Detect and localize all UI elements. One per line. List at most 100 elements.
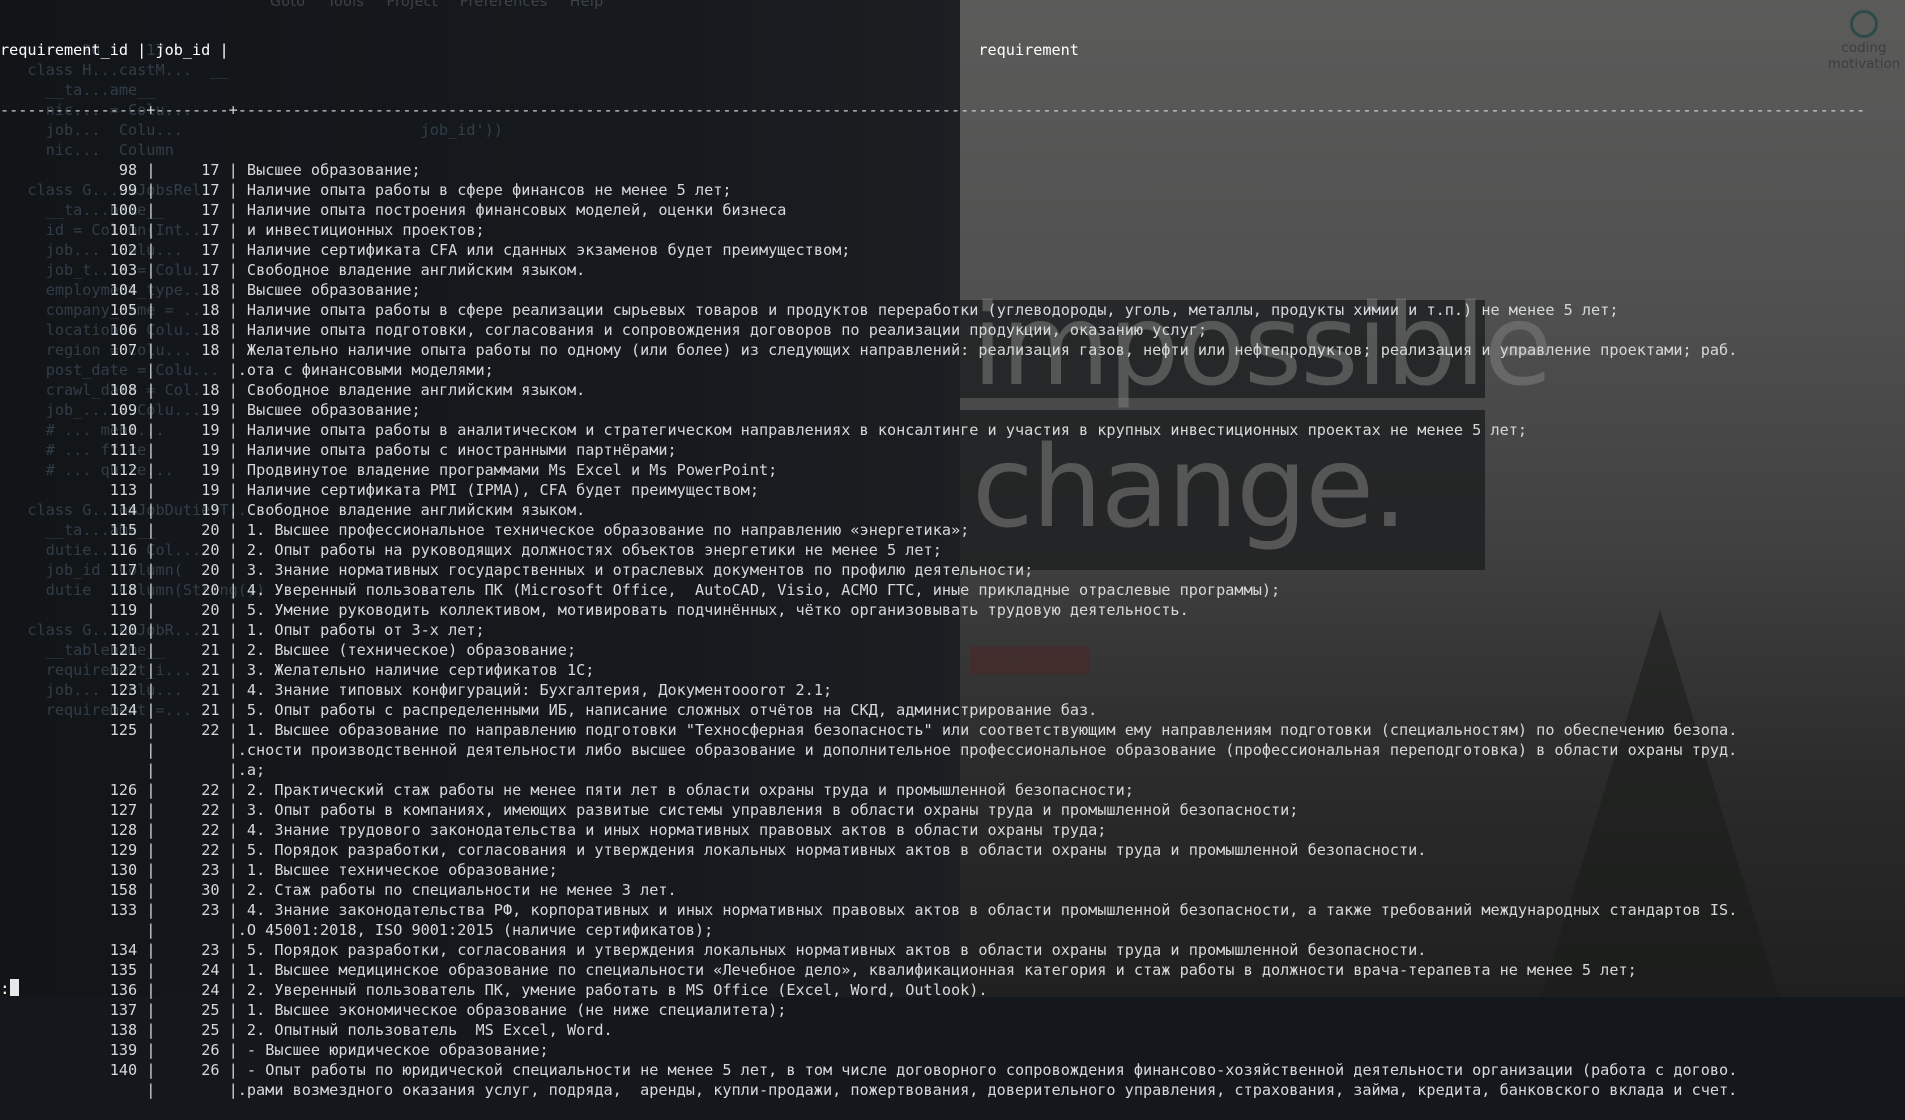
table-row-continuation: | |.O 45001:2018, ISO 9001:2015 (наличие… xyxy=(0,921,714,939)
cell-requirement: 2. Высшее (техническое) образование; xyxy=(246,641,577,659)
cell-requirement: 2. Практический стаж работы не менее пят… xyxy=(246,781,1134,799)
table-row: 111 | 19 | Наличие опыта работы с иностр… xyxy=(109,441,677,459)
table-row: 136 | 24 | 2. Уверенный пользователь ПК,… xyxy=(109,981,988,999)
cell-job-id: 24 xyxy=(201,981,220,999)
table-row: 121 | 21 | 2. Высшее (техническое) образ… xyxy=(109,641,577,659)
cell-requirement: Свободное владение английским языком. xyxy=(246,261,586,279)
cell-requirement-id: 119 xyxy=(109,601,138,619)
table-row-continuation: | |.а; xyxy=(0,761,266,779)
cell-requirement-id: 121 xyxy=(109,641,138,659)
cell-requirement-wrap: .ота с финансовыми моделями; xyxy=(237,361,494,379)
table-row: 140 | 26 | - Опыт работы по юридической … xyxy=(109,1061,1738,1079)
table-row: 127 | 22 | 3. Опыт работы в компаниях, и… xyxy=(109,801,1299,819)
table-row: 117 | 20 | 3. Знание нормативных государ… xyxy=(109,561,1034,579)
cell-requirement: 2. Стаж работы по специальности не менее… xyxy=(246,881,677,899)
cell-job-id: 19 xyxy=(201,481,220,499)
cell-job-id: 21 xyxy=(201,661,220,679)
cell-job-id: 20 xyxy=(201,561,220,579)
table-body: 98 | 17 | Высшее образование; 99 | 17 | … xyxy=(0,160,1905,1100)
cell-job-id: 19 xyxy=(201,461,220,479)
cell-job-id: 24 xyxy=(201,961,220,979)
cell-requirement-id: 112 xyxy=(109,461,138,479)
cell-requirement-wrap: .рами возмездного оказания услуг, подряд… xyxy=(237,1081,1738,1099)
table-row: 128 | 22 | 4. Знание трудового законодат… xyxy=(109,821,1107,839)
cell-requirement: Высшее образование; xyxy=(246,281,421,299)
cell-job-id: 22 xyxy=(201,821,220,839)
cell-job-id: 18 xyxy=(201,341,220,359)
cell-job-id: 20 xyxy=(201,521,220,539)
cell-requirement: 5. Порядок разработки, согласования и ут… xyxy=(246,841,1427,859)
cell-requirement: 1. Высшее техническое образование; xyxy=(246,861,558,879)
cell-requirement: Свободное владение английским языком. xyxy=(246,381,586,399)
cell-requirement-id: 115 xyxy=(109,521,138,539)
cell-job-id: 18 xyxy=(201,321,220,339)
table-row: 137 | 25 | 1. Высшее экономическое образ… xyxy=(109,1001,787,1019)
cell-requirement: 2. Уверенный пользователь ПК, умение раб… xyxy=(246,981,988,999)
cell-requirement: 5. Порядок разработки, согласования и ут… xyxy=(246,941,1427,959)
table-row: 122 | 21 | 3. Желательно наличие сертифи… xyxy=(109,661,595,679)
cell-job-id: 25 xyxy=(201,1021,220,1039)
table-row: 125 | 22 | 1. Высшее образование по напр… xyxy=(109,721,1738,739)
cell-job-id: 20 xyxy=(201,581,220,599)
table-row: 114 | 19 | Свободное владение английским… xyxy=(109,501,586,519)
cell-requirement: Желательно наличие опыта работы по одном… xyxy=(246,341,1738,359)
cell-requirement: 4. Уверенный пользователь ПК (Microsoft … xyxy=(246,581,1281,599)
cell-requirement-id: 140 xyxy=(109,1061,138,1079)
cell-job-id: 19 xyxy=(201,441,220,459)
cell-requirement-wrap: .сности производственной деятельности ли… xyxy=(237,741,1738,759)
cell-requirement: Наличие опыта построения финансовых моде… xyxy=(246,201,787,219)
cell-requirement: 5. Опыт работы с распределенными ИБ, нап… xyxy=(246,701,1098,719)
cell-job-id: 22 xyxy=(201,801,220,819)
table-row: 112 | 19 | Продвинутое владение программ… xyxy=(109,461,778,479)
cell-requirement: 1. Высшее экономическое образование (не … xyxy=(246,1001,787,1019)
table-row: 103 | 17 | Свободное владение английским… xyxy=(109,261,586,279)
table-row: 126 | 22 | 2. Практический стаж работы н… xyxy=(109,781,1134,799)
table-row: 104 | 18 | Высшее образование; xyxy=(109,281,421,299)
cell-job-id: 22 xyxy=(201,841,220,859)
table-row: 108 | 18 | Свободное владение английским… xyxy=(109,381,586,399)
table-header: requirement_id | job_id | requirement xyxy=(0,41,1079,59)
cell-requirement-id: 138 xyxy=(109,1021,138,1039)
cell-requirement: и инвестиционных проектов; xyxy=(246,221,485,239)
table-row-continuation: | |.сности производственной деятельности… xyxy=(0,741,1738,759)
table-separator: ----------------+--------+--------------… xyxy=(0,101,1866,119)
table-row: 99 | 17 | Наличие опыта работы в сфере ф… xyxy=(118,181,732,199)
cell-requirement-id: 102 xyxy=(109,241,138,259)
cell-requirement: Наличие опыта работы с иностранными парт… xyxy=(246,441,677,459)
cell-job-id: 19 xyxy=(201,421,220,439)
table-row: 110 | 19 | Наличие опыта работы в аналит… xyxy=(109,421,1528,439)
cell-requirement-id: 116 xyxy=(109,541,138,559)
cell-requirement: Наличие опыта подготовки, согласования и… xyxy=(246,321,1208,339)
cell-job-id: 19 xyxy=(201,501,220,519)
cell-job-id: 17 xyxy=(201,161,220,179)
cell-requirement: Свободное владение английским языком. xyxy=(246,501,586,519)
cell-requirement: Высшее образование; xyxy=(246,401,421,419)
cell-requirement-id: 134 xyxy=(109,941,138,959)
cell-requirement-wrap: .O 45001:2018, ISO 9001:2015 (наличие се… xyxy=(237,921,714,939)
table-row: 105 | 18 | Наличие опыта работы в сфере … xyxy=(109,301,1619,319)
cell-requirement-id: 133 xyxy=(109,901,138,919)
table-row: 102 | 17 | Наличие сертификата CFA или с… xyxy=(109,241,851,259)
table-row: 133 | 23 | 4. Знание законодательства РФ… xyxy=(109,901,1738,919)
cell-requirement-wrap: .а; xyxy=(237,761,266,779)
cell-requirement: 4. Знание законодательства РФ, корпорати… xyxy=(246,901,1738,919)
table-row: 116 | 20 | 2. Опыт работы на руководящих… xyxy=(109,541,942,559)
cell-requirement-id: 113 xyxy=(109,481,138,499)
cell-job-id: 26 xyxy=(201,1041,220,1059)
cell-job-id: 23 xyxy=(201,901,220,919)
cell-requirement-id: 101 xyxy=(109,221,138,239)
cell-requirement-id: 137 xyxy=(109,1001,138,1019)
cell-job-id: 23 xyxy=(201,861,220,879)
cell-requirement-id: 124 xyxy=(109,701,138,719)
cell-requirement-id: 123 xyxy=(109,681,138,699)
cell-requirement: Продвинутое владение программами Ms Exce… xyxy=(246,461,778,479)
cell-requirement-id: 106 xyxy=(109,321,138,339)
cell-requirement-id: 126 xyxy=(109,781,138,799)
cell-requirement-id: 109 xyxy=(109,401,138,419)
cell-job-id: 30 xyxy=(201,881,220,899)
cell-job-id: 20 xyxy=(201,541,220,559)
cell-job-id: 21 xyxy=(201,681,220,699)
table-row-continuation: | |.ота с финансовыми моделями; xyxy=(0,361,494,379)
cell-requirement: 3. Желательно наличие сертификатов 1С; xyxy=(246,661,595,679)
terminal-output[interactable]: requirement_id | job_id | requirement --… xyxy=(0,0,1905,1099)
